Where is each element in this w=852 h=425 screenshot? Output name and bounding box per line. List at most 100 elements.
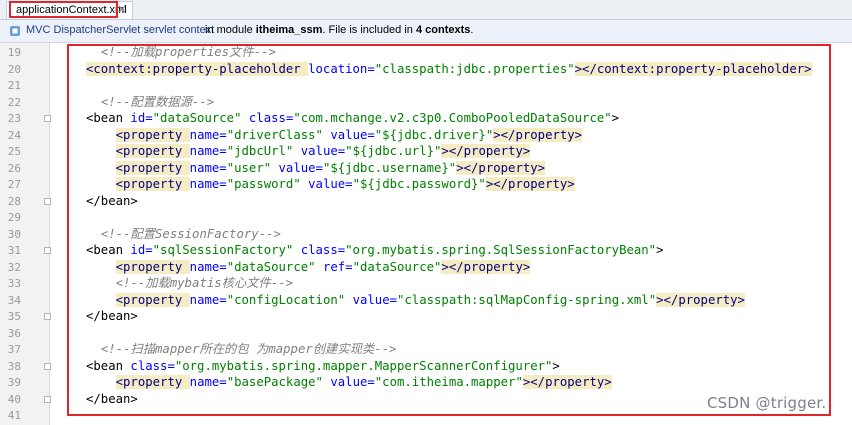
code-token: ></property> — [485, 177, 575, 191]
line-number: 38 — [7, 359, 21, 373]
context-count: 4 contexts — [415, 24, 471, 36]
code-token: name= — [189, 259, 227, 274]
code-line: <property name="basePackage" value="com.… — [86, 374, 612, 391]
line-number: 30 — [7, 227, 21, 241]
code-token: value= — [300, 177, 353, 191]
code-token: <!--加载mybatis核心文件--> — [115, 276, 294, 290]
line-number: 29 — [7, 211, 21, 224]
code-token: class= — [241, 111, 294, 125]
code-token: "configLocation" — [226, 292, 346, 307]
line-number: 22 — [7, 95, 21, 109]
code-token: ref= — [315, 259, 353, 274]
code-token: <property — [115, 144, 190, 158]
code-token: </bean> — [86, 309, 138, 323]
code-line: <!--配置数据源--> — [86, 94, 214, 111]
watermark: CSDN @trigger. — [707, 394, 827, 412]
code-token: "org.mybatis.spring.mapper.MapperScanner… — [174, 358, 553, 373]
code-token: value= — [345, 292, 397, 307]
line-number: 34 — [7, 293, 21, 307]
code-token: ></property> — [441, 259, 531, 274]
code-token: "org.mybatis.spring.SqlSessionFactoryBea… — [345, 243, 657, 257]
line-number: 40 — [7, 392, 21, 406]
context-selector[interactable]: MVC DispatcherServlet servlet context — [26, 24, 214, 36]
code-token: name= — [189, 144, 227, 158]
code-line: <!--加载mybatis核心文件--> — [86, 275, 293, 292]
spring-context-icon — [10, 26, 20, 36]
code-token: value= — [293, 144, 346, 158]
line-number: 35 — [7, 310, 21, 323]
code-token: value= — [322, 127, 375, 142]
code-token: ></property> — [441, 144, 531, 158]
code-line: </bean> — [86, 308, 138, 325]
line-number: 32 — [7, 260, 21, 274]
editor-tab-bar: applicationContext.xml × — [0, 0, 852, 20]
code-token: ></property> — [456, 160, 546, 175]
code-token: ></property> — [522, 375, 612, 389]
fold-marker-icon[interactable] — [44, 115, 51, 122]
line-number: 33 — [7, 277, 21, 290]
code-line: <context:property-placeholder location="… — [86, 61, 812, 78]
code-line: <property name="configLocation" value="c… — [86, 292, 745, 309]
code-line: <property name="driverClass" value="${jd… — [86, 127, 583, 144]
code-token: id= — [130, 111, 153, 125]
code-token: "basePackage" — [226, 375, 323, 389]
code-token: <!--配置数据源--> — [100, 94, 215, 109]
code-token: "driverClass" — [226, 127, 323, 142]
fold-marker-icon[interactable] — [44, 197, 51, 205]
code-token: <bean — [86, 358, 131, 373]
line-number: 23 — [7, 112, 21, 125]
fold-marker-icon[interactable] — [44, 362, 51, 370]
code-token: <property — [115, 259, 190, 274]
code-token: </bean> — [86, 391, 138, 406]
code-token: "${jdbc.username}" — [322, 160, 457, 175]
tab-highlight-box — [9, 1, 118, 18]
code-token: <bean — [86, 111, 131, 125]
code-line: </bean> — [86, 391, 138, 408]
code-token: "dataSource" — [226, 259, 316, 274]
code-token: name= — [189, 375, 227, 389]
code-token: name= — [189, 127, 227, 142]
code-token: name= — [189, 177, 227, 191]
code-token: <property — [115, 177, 190, 191]
code-token: value= — [322, 375, 375, 389]
line-number: 26 — [7, 161, 21, 175]
fold-marker-icon[interactable] — [44, 395, 51, 403]
code-line: <bean id="dataSource" class="com.mchange… — [86, 110, 619, 127]
code-token: "dataSource" — [352, 259, 442, 274]
code-token: "jdbcUrl" — [226, 144, 294, 158]
code-token: > — [656, 243, 664, 257]
code-token: <!--扫描mapper所在的包 为mapper创建实现类--> — [100, 342, 397, 356]
end-text: . — [470, 24, 474, 36]
code-token: "com.itheima.mapper" — [374, 375, 523, 389]
line-number: 21 — [7, 79, 21, 92]
line-number: 24 — [7, 128, 21, 142]
code-token: class= — [130, 358, 175, 373]
line-number: 25 — [7, 145, 21, 158]
code-token: "user" — [226, 160, 272, 175]
fold-marker-icon[interactable] — [44, 247, 51, 254]
tab-close-icon[interactable]: × — [117, 1, 127, 17]
code-token: id= — [130, 243, 153, 257]
code-token: ></property> — [656, 292, 745, 307]
code-line: <!--扫描mapper所在的包 为mapper创建实现类--> — [86, 341, 397, 358]
code-line: <property name="password" value="${jdbc.… — [86, 176, 575, 193]
code-token: > — [552, 358, 560, 373]
code-token: > — [611, 111, 620, 125]
code-token: "password" — [226, 177, 301, 191]
line-number: 41 — [7, 409, 21, 422]
line-number: 19 — [7, 46, 21, 59]
fold-marker-icon[interactable] — [44, 313, 51, 320]
code-token: <bean — [86, 243, 131, 257]
code-token: "${jdbc.driver}" — [374, 127, 494, 142]
